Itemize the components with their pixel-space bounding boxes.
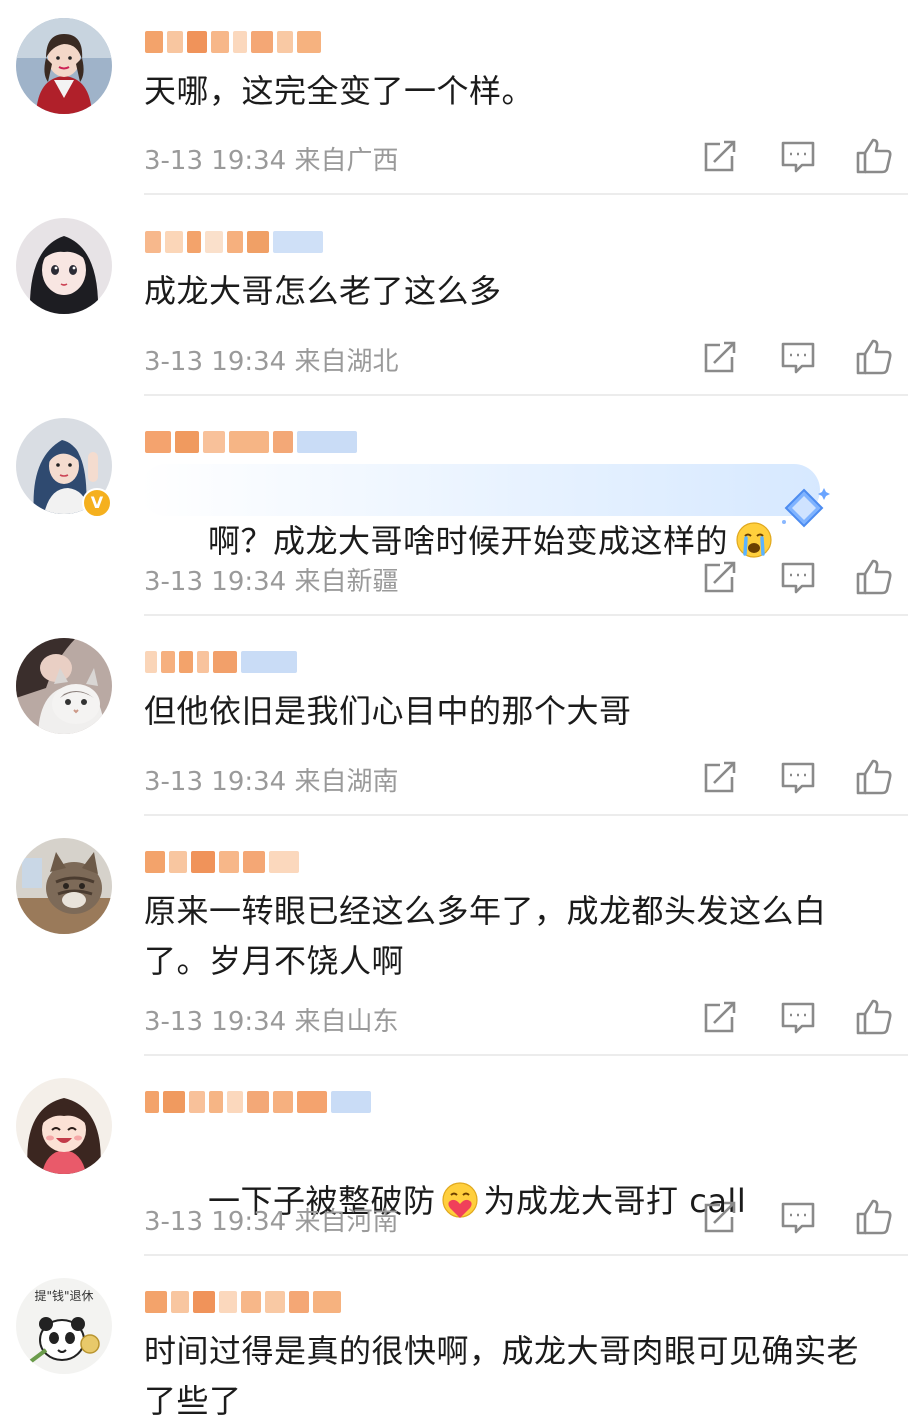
username-pixelated[interactable] [145, 1087, 371, 1117]
avatar-cat-photo-icon [16, 638, 112, 734]
comment-location: 来自广西 [294, 146, 399, 176]
avatar-anime-girl-icon [16, 218, 112, 314]
comment-location: 来自山东 [294, 1007, 399, 1037]
share-icon[interactable] [700, 1197, 740, 1237]
comment-meta: 3-13 19:34 来自新疆 [144, 561, 398, 598]
avatar[interactable] [16, 218, 112, 314]
comment-meta: 3-13 19:34 来自湖南 [144, 761, 398, 798]
svg-text:提"钱"退休: 提"钱"退休 [34, 1288, 93, 1303]
comment-location: 来自新疆 [294, 567, 399, 597]
divider [144, 394, 908, 396]
comment-text: 时间过得是真的很快啊，成龙大哥肉眼可见确实老了些了 [144, 1332, 860, 1420]
comment-text: 天哪，这完全变了一个样。 [144, 72, 535, 110]
comment-time: 3-13 19:34 [144, 1207, 287, 1237]
comment-feed: 天哪，这完全变了一个样。 3-13 19:34 来自广西 成龙大哥怎么老了这么多… [0, 0, 908, 1428]
divider [144, 614, 908, 616]
comment-meta: 3-13 19:34 来自河南 [144, 1201, 398, 1238]
username-pixelated[interactable] [145, 1287, 341, 1317]
comment-text: 原来一转眼已经这么多年了，成龙都头发这么白了。岁月不饶人啊 [144, 892, 827, 980]
avatar-panda-sticker-icon: 提"钱"退休 [16, 1278, 112, 1374]
comment-time: 3-13 19:34 [144, 146, 287, 176]
comment-meta: 3-13 19:34 来自山东 [144, 1001, 398, 1038]
comment-time: 3-13 19:34 [144, 1007, 287, 1037]
username-pixelated[interactable] [145, 847, 299, 877]
comment-icon[interactable] [778, 997, 818, 1037]
hugging-heart-emoji-icon [441, 1182, 478, 1218]
divider [144, 1054, 908, 1056]
comment-text-content: 啊？成龙大哥啥时候开始变成这样的 [208, 522, 729, 560]
comment-location: 来自湖北 [294, 347, 399, 377]
share-icon[interactable] [700, 557, 740, 597]
username-pixelated[interactable] [145, 427, 357, 457]
comment-location: 来自河南 [294, 1207, 399, 1237]
comment-actions [700, 1197, 900, 1237]
comment-text: 成龙大哥怎么老了这么多 [144, 272, 502, 310]
username-pixelated[interactable] [145, 227, 323, 257]
avatar-girl-red-jacket-icon [16, 18, 112, 114]
share-icon[interactable] [700, 136, 740, 176]
comment-meta: 3-13 19:34 来自湖北 [144, 341, 398, 378]
verified-badge: V [82, 488, 112, 518]
avatar[interactable] [16, 18, 112, 114]
divider [144, 193, 908, 195]
share-icon[interactable] [700, 337, 740, 377]
thumbs-up-icon[interactable] [854, 997, 894, 1037]
comment-icon[interactable] [778, 337, 818, 377]
avatar[interactable] [16, 638, 112, 734]
comment-time: 3-13 19:34 [144, 767, 287, 797]
thumbs-up-icon[interactable] [854, 337, 894, 377]
avatar-tabby-cat-icon [16, 838, 112, 934]
thumbs-up-icon[interactable] [854, 1197, 894, 1237]
thumbs-up-icon[interactable] [854, 757, 894, 797]
comment-actions [700, 337, 900, 377]
comment-time: 3-13 19:34 [144, 347, 287, 377]
thumbs-up-icon[interactable] [854, 136, 894, 176]
comment-icon[interactable] [778, 1197, 818, 1237]
crying-face-emoji-icon [736, 522, 772, 558]
avatar[interactable]: 提"钱"退休 [16, 1278, 112, 1374]
diamond-sticker-icon [782, 488, 830, 528]
comment-icon[interactable] [778, 757, 818, 797]
divider [144, 1254, 908, 1256]
comment-icon[interactable] [778, 136, 818, 176]
avatar-cartoon-girl-icon [16, 1078, 112, 1174]
thumbs-up-icon[interactable] [854, 557, 894, 597]
share-icon[interactable] [700, 757, 740, 797]
comment-meta: 3-13 19:34 来自广西 [144, 140, 398, 177]
comment-actions [700, 557, 900, 597]
username-pixelated[interactable] [145, 647, 297, 677]
share-icon[interactable] [700, 997, 740, 1037]
comment-actions [700, 997, 900, 1037]
comment-location: 来自湖南 [294, 767, 399, 797]
username-pixelated[interactable] [145, 27, 321, 57]
divider [144, 814, 908, 816]
comment-icon[interactable] [778, 557, 818, 597]
comment-time: 3-13 19:34 [144, 567, 287, 597]
comment-actions [700, 757, 900, 797]
avatar[interactable] [16, 1078, 112, 1174]
comment-text: 但他依旧是我们心目中的那个大哥 [144, 692, 632, 730]
avatar[interactable] [16, 838, 112, 934]
comment-actions [700, 136, 900, 176]
